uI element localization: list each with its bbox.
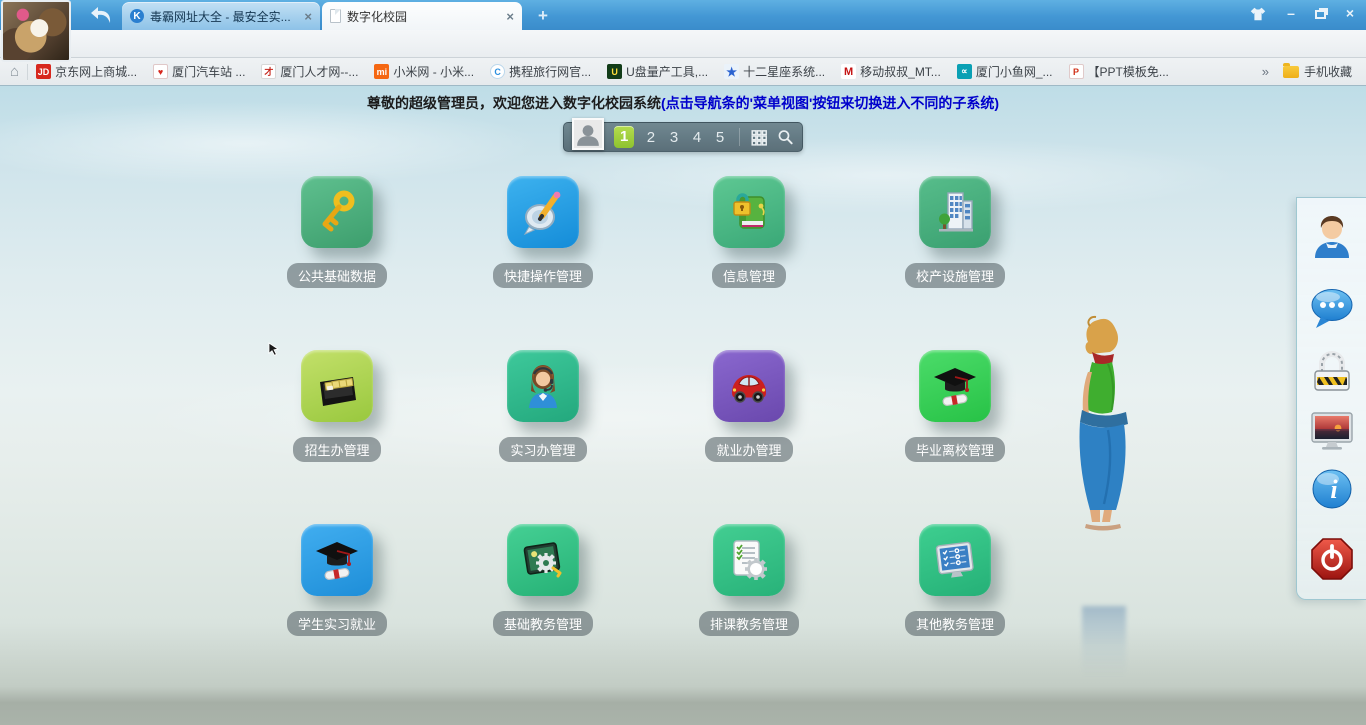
operator-woman-icon: [519, 362, 567, 410]
app-campus-facilities[interactable]: [919, 176, 991, 248]
home-icon[interactable]: ⌂: [10, 63, 19, 80]
app-label: 毕业离校管理: [905, 437, 1005, 462]
page-button-3[interactable]: 3: [667, 129, 680, 146]
tab-duba[interactable]: K 毒霸网址大全 - 最安全实... ×: [122, 2, 320, 30]
notebook-lock-icon: [725, 188, 773, 236]
app-label: 公共基础数据: [287, 263, 387, 288]
app-graduation-leave[interactable]: [919, 350, 991, 422]
divider: [27, 64, 28, 80]
mouse-cursor: [268, 342, 280, 356]
app-label: 就业办管理: [705, 437, 792, 462]
page-button-4[interactable]: 4: [691, 129, 704, 146]
app-internship-office[interactable]: [507, 350, 579, 422]
browser-account-avatar[interactable]: [1, 0, 71, 62]
folder-icon: [1283, 66, 1299, 78]
tablet-checklist-icon: [931, 536, 979, 584]
app-student-internship[interactable]: [301, 524, 373, 596]
notepad-gear-icon: [725, 536, 773, 584]
bookmark-xmfish[interactable]: ∝厦门小鱼网_...: [957, 63, 1053, 80]
app-other-academic-affairs[interactable]: [919, 524, 991, 596]
new-tab-button[interactable]: +: [538, 6, 548, 26]
app-grid: 公共基础数据 快捷操作管理 信息管理 校产设施管理 招生办管理 实习办管理 就业…: [234, 176, 1058, 698]
minimize-button[interactable]: –: [1281, 5, 1301, 21]
photo-gear-icon: [519, 536, 567, 584]
search-icon[interactable]: [777, 128, 794, 146]
messages-chat-icon[interactable]: [1307, 284, 1357, 334]
tab-title: 毒霸网址大全 - 最安全实...: [150, 8, 298, 25]
tab-close-icon[interactable]: ×: [304, 9, 312, 24]
key-icon: [313, 188, 361, 236]
app-quick-operations[interactable]: [507, 176, 579, 248]
app-admissions-office[interactable]: [301, 350, 373, 422]
bookmark-xiaomi[interactable]: mi小米网 - 小米...: [374, 63, 474, 80]
bookmark-ctrip[interactable]: C携程旅行网官...: [490, 63, 591, 80]
app-employment-office[interactable]: [713, 350, 785, 422]
browser-titlebar: K 毒霸网址大全 - 最安全实... × 数字化校园 × + – ×: [0, 0, 1366, 30]
address-bar: ‹ 192.168.3.212:8000/digitalschool/ 惠 ★ …: [0, 30, 1366, 58]
divider: [739, 128, 740, 146]
tab-close-icon[interactable]: ×: [506, 9, 514, 24]
user-avatar[interactable]: [572, 118, 604, 150]
user-profile-icon[interactable]: [1307, 212, 1357, 262]
menu-view-grid-icon[interactable]: [750, 128, 768, 147]
page-button-2[interactable]: 2: [644, 129, 657, 146]
page-button-5[interactable]: 5: [714, 129, 727, 146]
document-favicon: [330, 9, 341, 23]
app-label: 排课教务管理: [699, 611, 799, 636]
bookmark-jd[interactable]: JD京东网上商城...: [36, 63, 137, 80]
app-public-base-data[interactable]: [301, 176, 373, 248]
app-information-mgmt[interactable]: [713, 176, 785, 248]
red-car-icon: [725, 362, 773, 410]
info-icon[interactable]: [1307, 464, 1357, 514]
app-label: 学生实习就业: [287, 611, 387, 636]
app-label: 招生办管理: [293, 437, 380, 462]
bookmark-mobile-uncle[interactable]: M移动叔叔_MT...: [841, 63, 941, 80]
woman-reflection: [1082, 606, 1126, 676]
pagination-navbar: 1 2 3 4 5: [563, 122, 803, 152]
welcome-message: 尊敬的超级管理员，欢迎您进入数字化校园系统(点击导航条的'菜单视图'按钮来切换进…: [0, 93, 1366, 113]
digital-campus-page: 尊敬的超级管理员，欢迎您进入数字化校园系统(点击导航条的'菜单视图'按钮来切换进…: [0, 86, 1366, 725]
tab-digital-school[interactable]: 数字化校园 ×: [322, 2, 522, 30]
floating-sidebar: [1296, 197, 1366, 600]
theme-shirt-icon[interactable]: [1249, 5, 1267, 23]
back-curve-icon[interactable]: [88, 5, 114, 25]
bookmarks-overflow-chevron[interactable]: »: [1262, 64, 1269, 79]
app-label: 校产设施管理: [905, 263, 1005, 288]
bookmark-ppt-template[interactable]: P【PPT模板免...: [1069, 63, 1169, 80]
bookmark-xiamen-hr[interactable]: 才厦门人才网--...: [261, 63, 358, 80]
duba-favicon: K: [130, 9, 144, 23]
file-cabinet-icon: [313, 362, 361, 410]
bookmark-usb-tool[interactable]: UU盘量产工具,...: [607, 63, 708, 80]
app-label: 基础教务管理: [493, 611, 593, 636]
bookmarks-bar: ⌂ JD京东网上商城... ♥厦门汽车站 ... 才厦门人才网--... mi小…: [0, 58, 1366, 86]
page-button-1[interactable]: 1: [614, 126, 635, 148]
graduation-cap-icon: [313, 536, 361, 584]
bookmark-folder-mobile[interactable]: 手机收藏: [1283, 63, 1352, 80]
tab-title: 数字化校园: [347, 8, 500, 25]
display-wallpaper-icon[interactable]: [1307, 406, 1357, 456]
app-label: 快捷操作管理: [493, 263, 593, 288]
person-silhouette-icon: [575, 122, 601, 148]
app-label: 实习办管理: [499, 437, 586, 462]
app-basic-academic-affairs[interactable]: [507, 524, 579, 596]
app-label: 其他教务管理: [905, 611, 1005, 636]
restore-button[interactable]: [1315, 10, 1326, 19]
bookmark-zodiac[interactable]: ★十二星座系统...: [724, 63, 825, 80]
close-button[interactable]: ×: [1340, 5, 1360, 21]
graduation-cap-icon: [931, 362, 979, 410]
building-icon: [931, 188, 979, 236]
lock-screen-icon[interactable]: [1307, 346, 1357, 396]
standing-woman-photo: [1068, 312, 1138, 622]
app-label: 信息管理: [712, 263, 786, 288]
bookmark-xiamen-bus[interactable]: ♥厦门汽车站 ...: [153, 63, 245, 80]
compass-pencil-icon: [519, 188, 567, 236]
app-course-scheduling[interactable]: [713, 524, 785, 596]
shutdown-power-icon[interactable]: [1307, 534, 1357, 584]
